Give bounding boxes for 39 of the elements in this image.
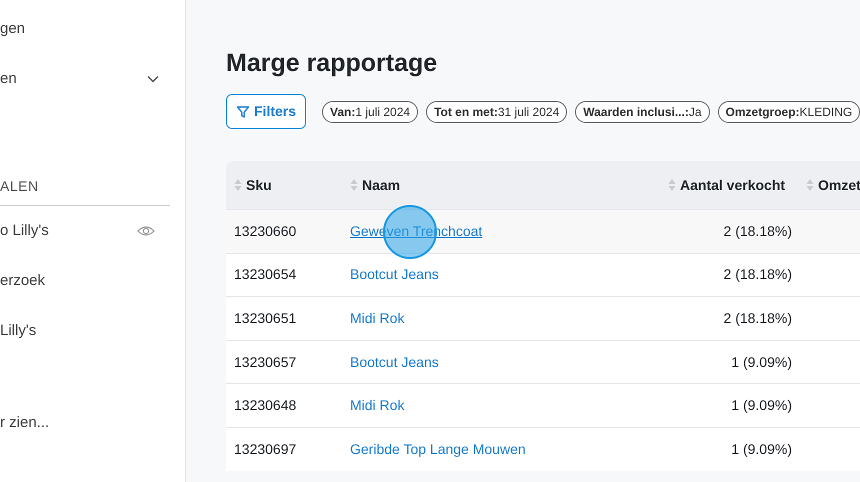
sidebar-item[interactable]: gen	[0, 18, 26, 40]
product-link[interactable]: Bootcut Jeans	[350, 266, 439, 282]
table-cell: 13230651	[234, 310, 296, 326]
filter-chip[interactable]: Van:1 juli 2024	[322, 100, 418, 122]
table-cell: 2 (18.18%)	[724, 222, 792, 239]
page-title: Marge rapportage	[226, 48, 438, 78]
product-link[interactable]: Midi Rok	[350, 397, 404, 414]
table-cell: 1 (9.09%)	[731, 440, 792, 457]
section-heading: ALEN	[0, 177, 39, 196]
table-cell: 13230654	[234, 266, 296, 282]
filter-chip[interactable]: Omzetgroep:KLEDING	[718, 100, 860, 122]
sidebar-item[interactable]: en	[0, 68, 17, 90]
sort-icon[interactable]	[668, 178, 676, 192]
filters-button[interactable]: Filters	[226, 94, 306, 129]
sidebar-item[interactable]: o Lilly's	[0, 220, 49, 242]
table-cell: 13230648	[234, 397, 296, 414]
sort-icon[interactable]	[806, 178, 814, 192]
product-link[interactable]: Geribde Top Lange Mouwen	[350, 440, 526, 457]
table-cell: 13230697	[234, 440, 296, 457]
table-cell: 13230657	[234, 354, 296, 370]
product-link[interactable]: Midi Rok	[350, 310, 404, 326]
sidebar-item[interactable]: r zien...	[0, 412, 50, 434]
column-header[interactable]: Aantal verkocht	[680, 174, 786, 196]
product-link[interactable]: Bootcut Jeans	[350, 354, 439, 370]
table-cell: 2 (18.18%)	[724, 310, 792, 326]
sort-icon[interactable]	[350, 178, 358, 192]
table-cell: 13230660	[234, 222, 296, 239]
column-header[interactable]: Naam	[362, 174, 400, 196]
eye-icon[interactable]	[137, 225, 155, 237]
table-cell: 1 (9.09%)	[731, 354, 792, 370]
filter-icon	[236, 104, 250, 118]
table-cell: 1 (9.09%)	[731, 397, 792, 414]
column-header[interactable]: Sku	[246, 174, 272, 196]
filter-chip[interactable]: Waarden inclusi...:Ja	[575, 100, 710, 122]
filter-chip[interactable]: Tot en met:31 juli 2024	[426, 100, 568, 122]
sidebar-item[interactable]: erzoek	[0, 270, 46, 292]
sidebar-item[interactable]: Lilly's	[0, 320, 36, 342]
sort-icon[interactable]	[234, 178, 242, 192]
table-cell: 2 (18.18%)	[724, 266, 792, 282]
